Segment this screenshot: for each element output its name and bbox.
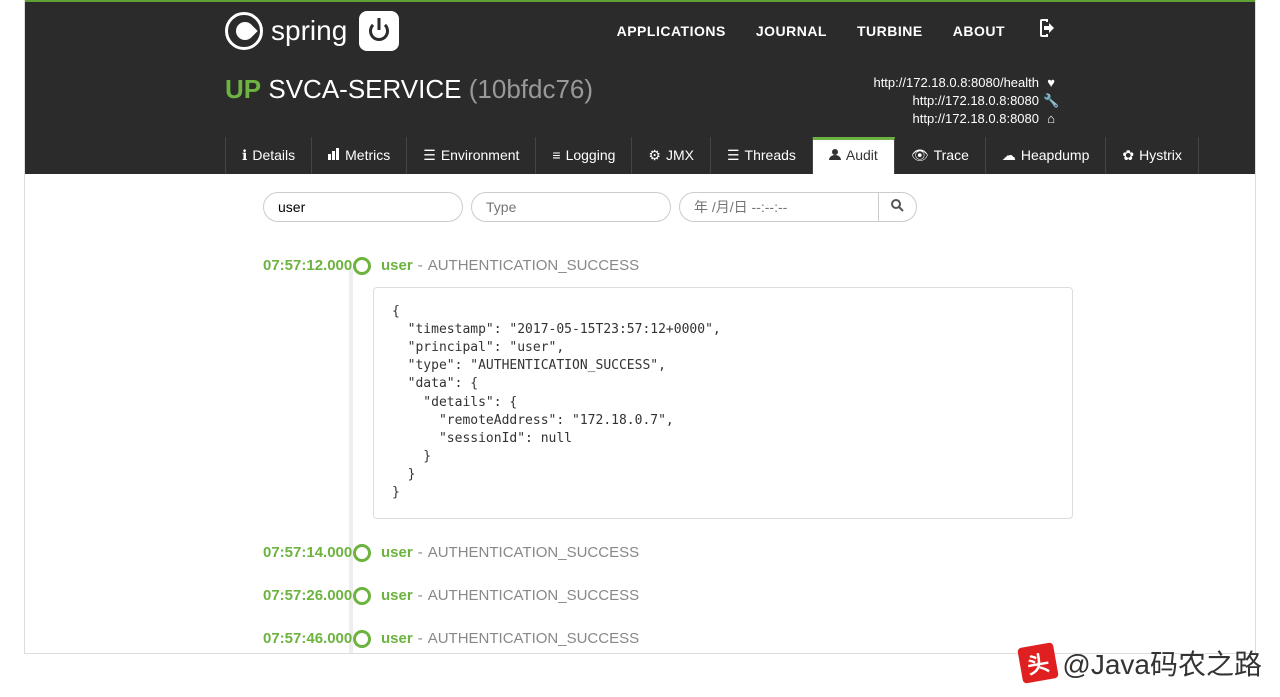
service-header: UP SVCA-SERVICE (10bfdc76) http://172.18… xyxy=(25,59,1255,137)
event-separator: - xyxy=(418,257,423,274)
heart-icon: ♥ xyxy=(1043,74,1055,92)
tab-heapdump[interactable]: ☁Heapdump xyxy=(986,137,1107,174)
event-type: AUTHENTICATION_SUCCESS xyxy=(428,587,639,604)
search-button[interactable] xyxy=(879,192,917,222)
logout-icon[interactable] xyxy=(1035,19,1055,42)
endpoint-home[interactable]: http://172.18.0.8:8080⌂ xyxy=(873,110,1055,128)
main-nav: APPLICATIONS JOURNAL TURBINE ABOUT xyxy=(617,19,1055,42)
tab-audit[interactable]: Audit xyxy=(813,137,895,174)
nav-journal[interactable]: JOURNAL xyxy=(756,23,827,39)
power-icon xyxy=(369,21,389,41)
tab-threads[interactable]: ☰Threads xyxy=(711,137,813,174)
type-filter-input[interactable] xyxy=(471,192,671,222)
event-detail-json: { "timestamp": "2017-05-15T23:57:12+0000… xyxy=(373,287,1073,519)
watermark: 头 头条 @Java码农之路 xyxy=(1020,643,1262,683)
event-separator: - xyxy=(418,587,423,604)
event-type: AUTHENTICATION_SUCCESS xyxy=(428,257,639,274)
watermark-text: @Java码农之路 xyxy=(1062,643,1262,683)
event-header[interactable]: 07:57:46.000 user - AUTHENTICATION_SUCCE… xyxy=(263,630,1055,648)
align-icon: ≡ xyxy=(552,147,560,163)
principal-filter-input[interactable] xyxy=(263,192,463,222)
audit-content: 07:57:12.000 user - AUTHENTICATION_SUCCE… xyxy=(25,174,1255,654)
timeline-dot-icon xyxy=(353,630,371,648)
event-principal: user xyxy=(381,630,413,647)
download-icon: ☁ xyxy=(1002,147,1016,164)
tab-trace[interactable]: 👁Trace xyxy=(895,137,986,174)
brand-text: spring xyxy=(271,15,347,47)
event-header[interactable]: 07:57:12.000 user - AUTHENTICATION_SUCCE… xyxy=(263,257,1055,275)
tab-environment[interactable]: ☰Environment xyxy=(407,137,536,174)
bars-icon: ☰ xyxy=(727,147,740,164)
service-name: SVCA-SERVICE xyxy=(268,74,461,104)
list-icon: ☰ xyxy=(423,147,436,164)
link-icon: ⚙ xyxy=(648,147,661,164)
nav-applications[interactable]: APPLICATIONS xyxy=(617,23,726,39)
wrench-icon: 🔧 xyxy=(1043,92,1055,110)
endpoint-health[interactable]: http://172.18.0.8:8080/health♥ xyxy=(873,74,1055,92)
event-principal: user xyxy=(381,544,413,561)
event-header[interactable]: 07:57:26.000 user - AUTHENTICATION_SUCCE… xyxy=(263,587,1055,605)
event-time: 07:57:46.000 xyxy=(263,630,343,647)
power-badge[interactable] xyxy=(359,11,399,51)
home-icon: ⌂ xyxy=(1043,110,1055,128)
tab-jmx[interactable]: ⚙JMX xyxy=(632,137,711,174)
filter-row xyxy=(263,192,1055,222)
tab-metrics[interactable]: Metrics xyxy=(312,137,407,174)
tab-bar: ℹDetails Metrics ☰Environment ≡Logging ⚙… xyxy=(25,137,1255,174)
event-time: 07:57:12.000 xyxy=(263,257,343,274)
audit-event: 07:57:46.000 user - AUTHENTICATION_SUCCE… xyxy=(263,630,1055,648)
search-icon xyxy=(891,199,904,212)
top-header: spring APPLICATIONS JOURNAL TURBINE ABOU… xyxy=(25,0,1255,59)
info-icon: ℹ xyxy=(242,147,247,164)
tab-details[interactable]: ℹDetails xyxy=(225,137,312,174)
tab-logging[interactable]: ≡Logging xyxy=(536,137,632,174)
event-timeline: 07:57:12.000 user - AUTHENTICATION_SUCCE… xyxy=(263,257,1055,654)
service-hash: (10bfdc76) xyxy=(469,74,593,104)
audit-event: 07:57:12.000 user - AUTHENTICATION_SUCCE… xyxy=(263,257,1055,519)
timeline-dot-icon xyxy=(353,544,371,562)
event-time: 07:57:26.000 xyxy=(263,587,343,604)
event-header[interactable]: 07:57:14.000 user - AUTHENTICATION_SUCCE… xyxy=(263,544,1055,562)
endpoint-management[interactable]: http://172.18.0.8:8080🔧 xyxy=(873,92,1055,110)
event-type: AUTHENTICATION_SUCCESS xyxy=(428,544,639,561)
logo-group: spring xyxy=(225,11,399,51)
service-title: UP SVCA-SERVICE (10bfdc76) xyxy=(225,74,593,105)
user-icon xyxy=(829,147,841,163)
gear-icon: ✿ xyxy=(1122,147,1134,164)
event-type: AUTHENTICATION_SUCCESS xyxy=(428,630,639,647)
event-principal: user xyxy=(381,587,413,604)
chart-icon xyxy=(328,147,340,163)
endpoint-list: http://172.18.0.8:8080/health♥ http://17… xyxy=(873,74,1055,129)
status-badge: UP xyxy=(225,74,261,104)
event-time: 07:57:14.000 xyxy=(263,544,343,561)
timeline-dot-icon xyxy=(353,257,371,275)
timeline-dot-icon xyxy=(353,587,371,605)
audit-event: 07:57:26.000 user - AUTHENTICATION_SUCCE… xyxy=(263,587,1055,605)
nav-about[interactable]: ABOUT xyxy=(953,23,1005,39)
tab-hystrix[interactable]: ✿Hystrix xyxy=(1106,137,1199,174)
eye-icon: 👁 xyxy=(911,147,929,164)
event-principal: user xyxy=(381,257,413,274)
spring-leaf-icon xyxy=(225,12,263,50)
event-separator: - xyxy=(418,630,423,647)
spring-logo[interactable]: spring xyxy=(225,12,347,50)
audit-event: 07:57:14.000 user - AUTHENTICATION_SUCCE… xyxy=(263,544,1055,562)
nav-turbine[interactable]: TURBINE xyxy=(857,23,923,39)
event-separator: - xyxy=(418,544,423,561)
datetime-filter-input[interactable] xyxy=(679,192,879,222)
watermark-icon: 头 xyxy=(1018,642,1060,684)
